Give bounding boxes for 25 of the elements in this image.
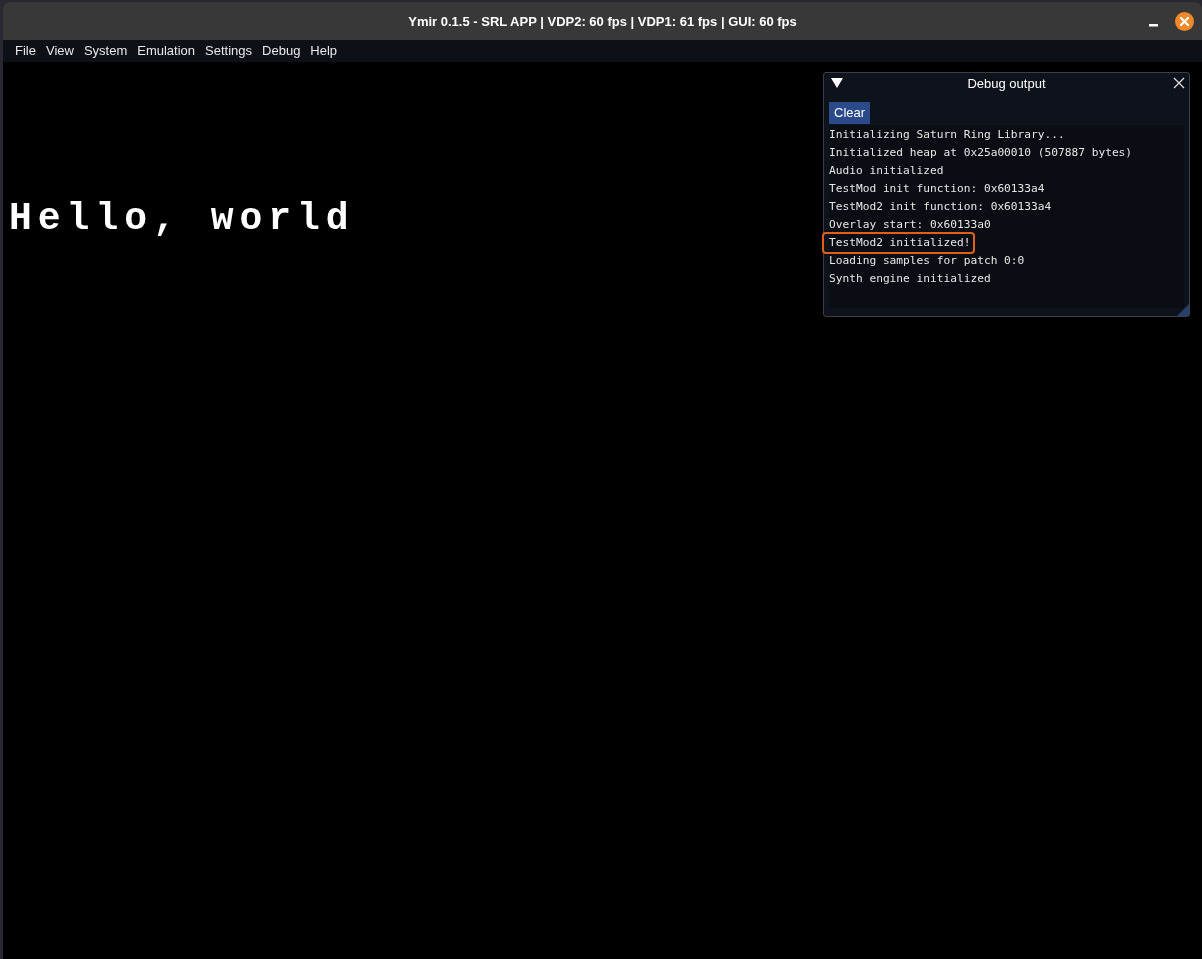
log-line: Overlay start: 0x60133a0 — [829, 216, 991, 233]
menu-item[interactable]: Settings — [201, 41, 257, 61]
log-line: Initialized heap at 0x25a00010 (507887 bytes) — [829, 144, 1133, 161]
window-title: Ymir 0.1.5 - SRL APP | VDP2: 60 fps | VDP1: 61 fps | GUI: 60 fps — [408, 14, 797, 29]
menu-item[interactable]: File — [11, 41, 40, 61]
close-icon[interactable] — [1175, 12, 1194, 31]
log-line: Synth engine initialized — [829, 270, 991, 287]
menu-item[interactable]: Debug — [258, 41, 305, 61]
log-line: Initializing Saturn Ring Library... — [829, 126, 1065, 143]
menu-item[interactable]: View — [41, 41, 78, 61]
log-line: Audio initialized — [829, 162, 944, 179]
log-line: TestMod init function: 0x60133a4 — [829, 180, 1045, 197]
log-line: TestMod2 init function: 0x60133a4 — [829, 198, 1052, 215]
close-icon[interactable] — [1173, 77, 1185, 89]
resize-grip-icon[interactable] — [1177, 304, 1189, 316]
menu-item[interactable]: System — [79, 41, 132, 61]
menu-item[interactable]: Emulation — [133, 41, 200, 61]
menu-item[interactable]: Help — [306, 41, 342, 61]
screen-text: Hello, world — [9, 200, 355, 238]
clear-button[interactable]: Clear — [829, 101, 871, 124]
log-line: TestMod2 initialized! — [824, 233, 974, 253]
log-line: Loading samples for patch 0:0 — [829, 252, 1025, 269]
collapse-triangle-icon[interactable] — [831, 78, 843, 88]
minimize-icon[interactable] — [1149, 24, 1158, 27]
debug-window-title: Debug output — [967, 76, 1046, 91]
